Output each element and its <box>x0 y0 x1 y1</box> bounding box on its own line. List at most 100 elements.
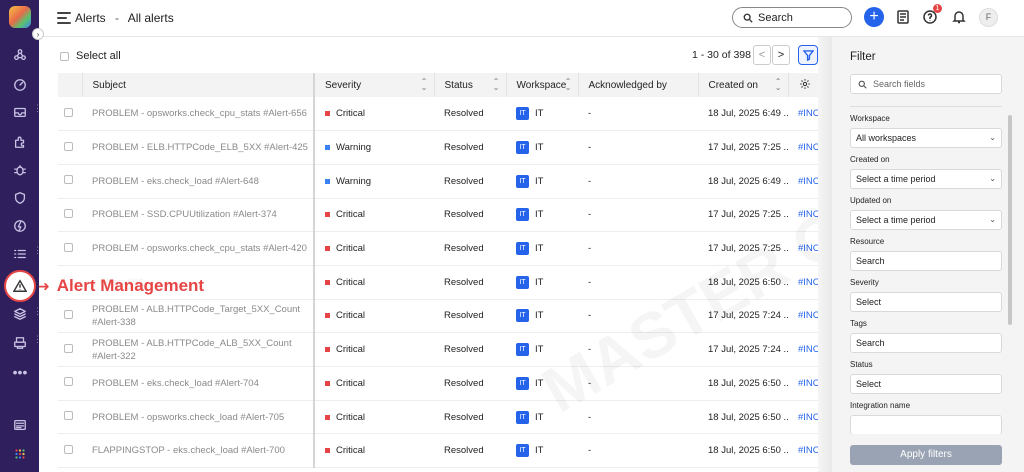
table-row[interactable]: PROBLEM - ALB.HTTPCode_ALB_5XX_Count #Al… <box>58 332 818 367</box>
table-row[interactable]: PROBLEM - eks.check_load #Alert-704 Criti… <box>58 366 818 401</box>
layers-icon[interactable] <box>8 302 32 326</box>
sort-icon[interactable]: ⌃ ⌄ <box>421 78 428 92</box>
filter-field-resource[interactable]: Search <box>850 251 1002 271</box>
subject-cell[interactable]: PROBLEM - opsworks.check_cpu_stats #Aler… <box>82 231 315 266</box>
incident-link-cell[interactable]: #INC <box>788 299 818 334</box>
layers-more-icon[interactable]: ⋮ <box>33 307 42 320</box>
alert-subject[interactable]: PROBLEM - ALB.HTTPCode_ALB_5XX_Count #Al… <box>92 338 292 362</box>
collapse-chevron-icon[interactable]: › <box>32 28 44 40</box>
subject-cell[interactable]: PROBLEM - opsworks.check_cpu_stats #Aler… <box>82 97 315 132</box>
sort-icon[interactable]: ⌃ ⌄ <box>565 78 572 92</box>
incident-link-cell[interactable]: #INC <box>788 198 818 233</box>
printer-icon[interactable] <box>8 331 32 355</box>
filter-field-severity[interactable]: Select <box>850 292 1002 312</box>
row-checkbox[interactable] <box>64 377 73 387</box>
subject-cell[interactable]: PROBLEM - eks.check_load #Alert-648 <box>82 164 315 199</box>
column-header-status[interactable]: Status ⌃ ⌄ <box>434 73 507 97</box>
printer-more-icon[interactable]: ⋮ <box>33 335 42 348</box>
table-row[interactable]: FLAPPINGSTOP - eks.check_load #Alert-700… <box>58 433 818 469</box>
row-checkbox-cell[interactable] <box>58 433 82 469</box>
incident-link-cell[interactable]: #INC <box>788 400 818 435</box>
create-new-button[interactable]: + <box>864 7 884 27</box>
checklist-more-icon[interactable]: ⋮ <box>33 246 42 259</box>
select-all[interactable]: Select all <box>60 50 121 62</box>
row-checkbox-cell[interactable] <box>58 164 82 199</box>
row-checkbox[interactable] <box>64 141 73 151</box>
row-checkbox-cell[interactable] <box>58 332 82 367</box>
column-header-subject[interactable]: Subject <box>82 73 315 97</box>
network-icon[interactable] <box>8 43 32 67</box>
shield-icon[interactable] <box>8 186 32 210</box>
sort-icon[interactable]: ⌃ ⌄ <box>493 78 500 92</box>
row-checkbox-cell[interactable] <box>58 366 82 401</box>
bug-icon[interactable] <box>8 158 32 182</box>
alert-subject[interactable]: PROBLEM - SSD.CPUUtilization #Alert-374 <box>92 209 277 220</box>
filter-search-input[interactable]: Search fields <box>850 74 1002 94</box>
table-row[interactable]: PROBLEM - ALB.HTTPCode_Target_5XX_Count … <box>58 299 818 334</box>
subject-cell[interactable]: FLAPPINGSTOP - eks.check_load #Alert-700 <box>82 433 315 469</box>
row-checkbox-cell[interactable] <box>58 400 82 435</box>
gear-icon[interactable] <box>799 78 811 90</box>
row-checkbox[interactable] <box>64 411 73 421</box>
row-checkbox-cell[interactable] <box>58 299 82 334</box>
alert-subject[interactable]: PROBLEM - opsworks.check_load #Alert-705 <box>92 412 284 423</box>
incident-link[interactable]: #INC <box>798 378 818 389</box>
incident-link-cell[interactable]: #INC <box>788 366 818 401</box>
table-row[interactable]: PROBLEM - opsworks.check_cpu_stats #Aler… <box>58 97 818 132</box>
row-checkbox[interactable] <box>64 242 73 252</box>
incident-link[interactable]: #INC <box>798 412 818 423</box>
global-search-button[interactable]: Search <box>732 7 852 28</box>
incident-link[interactable]: #INC <box>798 344 818 355</box>
avatar[interactable]: F <box>979 8 998 27</box>
row-checkbox[interactable] <box>64 309 73 319</box>
tasks-icon[interactable] <box>895 9 911 25</box>
row-checkbox[interactable] <box>64 343 73 353</box>
subject-cell[interactable]: PROBLEM - SSD.CPUUtilization #Alert-374 <box>82 198 315 233</box>
subject-cell[interactable]: PROBLEM - ELB.HTTPCode_ELB_5XX #Alert-42… <box>82 130 315 165</box>
row-checkbox-cell[interactable] <box>58 97 82 132</box>
table-row[interactable]: PROBLEM - opsworks.check_cpu_stats #Aler… <box>58 231 818 266</box>
incident-link-cell[interactable]: #INC <box>788 433 818 469</box>
menu-icon[interactable] <box>57 12 71 24</box>
incident-link-cell[interactable]: #INC <box>788 265 818 300</box>
bell-icon[interactable] <box>951 9 967 25</box>
inbox-icon[interactable] <box>8 100 32 124</box>
subject-cell[interactable]: PROBLEM - ALB.HTTPCode_ALB_5XX_Count #Al… <box>82 332 315 367</box>
row-checkbox-cell[interactable] <box>58 231 82 266</box>
column-header-acknowledged-by[interactable]: Acknowledged by <box>578 73 699 97</box>
filter-field-integration-name[interactable] <box>850 415 1002 434</box>
news-icon[interactable] <box>8 413 32 437</box>
incident-link-cell[interactable]: #INC <box>788 231 818 266</box>
alert-subject[interactable]: PROBLEM - ALB.HTTPCode_Target_5XX_Count … <box>92 304 300 328</box>
incident-link[interactable]: #INC <box>798 209 818 220</box>
alert-subject[interactable]: PROBLEM - opsworks.check_cpu_stats #Aler… <box>92 243 307 254</box>
lightning-icon[interactable] <box>8 214 32 238</box>
sort-icon[interactable]: ⌃ ⌄ <box>775 78 782 92</box>
row-checkbox[interactable] <box>64 208 73 218</box>
table-row[interactable]: PROBLEM - SSD.CPUUtilization #Alert-374 C… <box>58 198 818 233</box>
row-checkbox-cell[interactable] <box>58 198 82 233</box>
select-all-checkbox[interactable] <box>60 51 69 61</box>
alert-subject[interactable]: PROBLEM - ELB.HTTPCode_ELB_5XX #Alert-42… <box>92 142 308 153</box>
subject-cell[interactable]: PROBLEM - eks.check_load #Alert-704 <box>82 366 315 401</box>
filter-field-tags[interactable]: Search <box>850 333 1002 353</box>
alert-triangle-icon[interactable] <box>4 270 36 302</box>
incident-link[interactable]: #INC <box>798 142 818 153</box>
row-checkbox[interactable] <box>64 444 73 454</box>
column-header-created-on[interactable]: Created on ⌃ ⌄ <box>698 73 789 97</box>
subject-cell[interactable]: PROBLEM - ALB.HTTPCode_Target_5XX_Count … <box>82 299 315 334</box>
apply-filters-button[interactable]: Apply filters <box>850 445 1002 465</box>
checklist-icon[interactable] <box>8 242 32 266</box>
incident-link[interactable]: #INC <box>798 445 818 456</box>
incident-link-cell[interactable]: #INC <box>788 332 818 367</box>
incident-link-cell[interactable]: #INC <box>788 130 818 165</box>
table-row[interactable]: PROBLEM - opsworks.check_load #Alert-705… <box>58 400 818 435</box>
incident-link-cell[interactable]: #INC <box>788 97 818 132</box>
column-header-severity[interactable]: Severity ⌃ ⌄ <box>314 73 435 97</box>
column-settings-cell[interactable] <box>788 73 818 97</box>
alert-subject[interactable]: PROBLEM - eks.check_load #Alert-648 <box>92 176 259 187</box>
inbox-more-icon[interactable]: ⋮ <box>33 104 42 117</box>
row-checkbox[interactable] <box>64 175 73 185</box>
incident-link[interactable]: #INC <box>798 310 818 321</box>
filter-toggle-button[interactable] <box>798 45 818 65</box>
